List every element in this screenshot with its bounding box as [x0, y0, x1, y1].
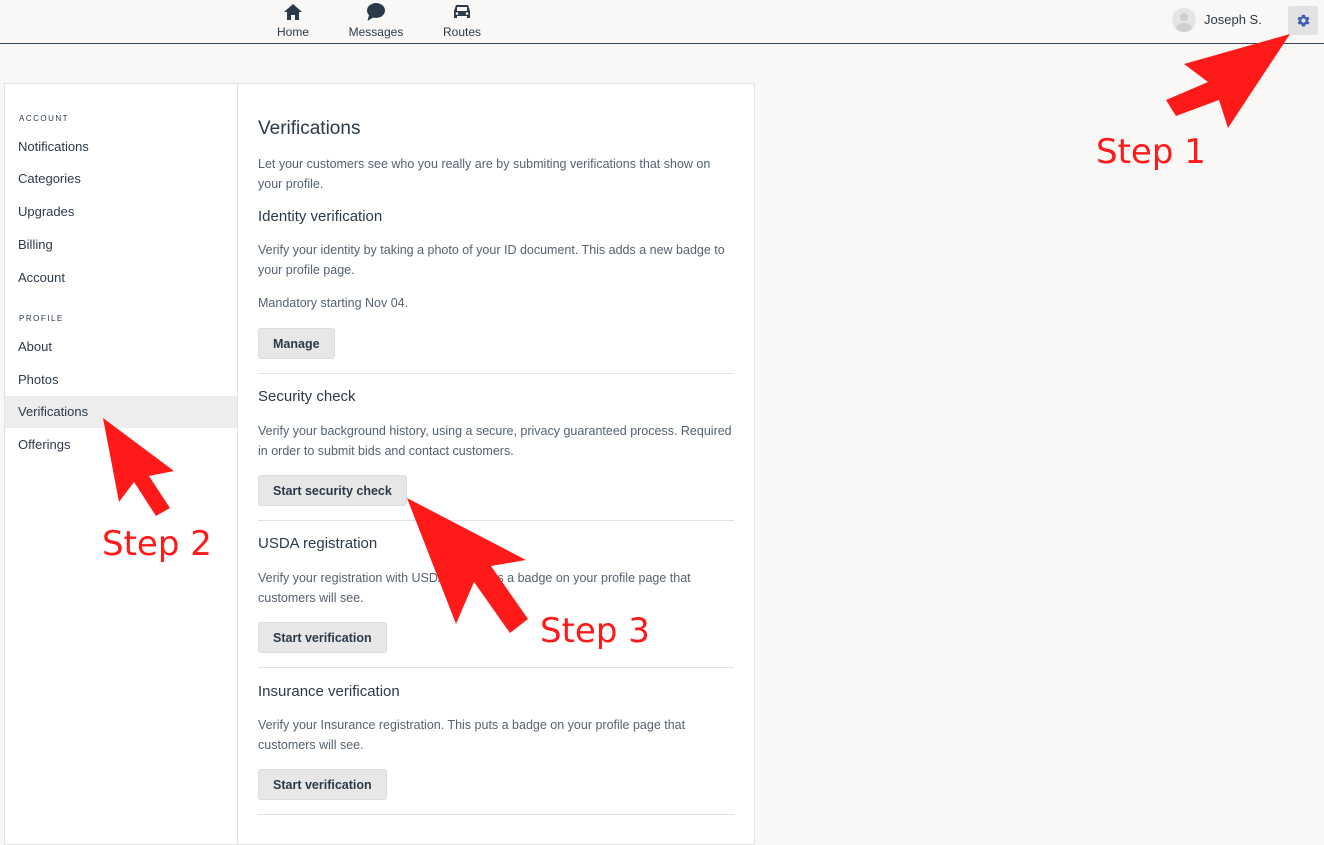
step1-label: Step 1	[1096, 132, 1206, 172]
section-divider	[258, 373, 734, 374]
start-insurance-verification-button[interactable]: Start verification	[258, 769, 387, 800]
page-title: Verifications	[258, 118, 361, 139]
section-divider	[258, 520, 734, 521]
nav-routes[interactable]: Routes	[440, 2, 484, 42]
start-security-check-button[interactable]: Start security check	[258, 475, 407, 506]
section-divider	[258, 814, 734, 815]
top-nav-bar: Home Messages Routes Joseph S.	[0, 0, 1324, 44]
sidebar-item-notifications[interactable]: Notifications	[5, 131, 237, 163]
nav-home[interactable]: Home	[272, 2, 314, 42]
car-icon	[454, 5, 470, 18]
sidebar-item-categories[interactable]: Categories	[5, 163, 237, 195]
identity-verification-desc: Verify your identity by taking a photo o…	[258, 243, 725, 277]
manage-button[interactable]: Manage	[258, 328, 335, 359]
security-check-desc: Verify your background history, using a …	[258, 424, 732, 458]
identity-verification-title: Identity verification	[258, 208, 383, 225]
identity-verification-note: Mandatory starting Nov 04.	[258, 296, 409, 310]
usda-registration-desc: Verify your registration with USDA. This…	[258, 571, 691, 605]
usda-registration-title: USDA registration	[258, 535, 378, 552]
sidebar-item-account[interactable]: Account	[5, 262, 237, 294]
security-check-title: Security check	[258, 388, 356, 405]
start-usda-verification-button[interactable]: Start verification	[258, 622, 387, 653]
sidebar-item-about[interactable]: About	[5, 331, 237, 363]
user-name[interactable]: Joseph S.	[1204, 12, 1262, 27]
sidebar-item-billing[interactable]: Billing	[5, 229, 237, 261]
settings-sidebar: ACCOUNT Notifications Categories Upgrade…	[5, 84, 238, 844]
step2-label: Step 2	[102, 524, 212, 564]
gear-icon	[1297, 14, 1309, 27]
sidebar-item-verifications[interactable]: Verifications	[5, 396, 237, 428]
page-intro: Let your customers see who you really ar…	[258, 157, 711, 191]
sidebar-heading-profile: PROFILE	[19, 314, 64, 323]
nav-messages-label: Messages	[348, 25, 404, 39]
chat-bubble-icon	[367, 3, 385, 21]
nav-messages[interactable]: Messages	[346, 2, 406, 42]
sidebar-heading-account: ACCOUNT	[19, 114, 70, 123]
sidebar-item-offerings[interactable]: Offerings	[5, 429, 237, 461]
settings-button[interactable]	[1288, 6, 1318, 35]
insurance-verification-desc: Verify your Insurance registration. This…	[258, 718, 686, 752]
sidebar-item-photos[interactable]: Photos	[5, 364, 237, 396]
home-icon	[284, 4, 302, 20]
step3-label: Step 3	[540, 611, 650, 651]
insurance-verification-title: Insurance verification	[258, 683, 400, 700]
user-avatar[interactable]	[1172, 8, 1196, 32]
section-divider	[258, 667, 734, 668]
settings-panel: ACCOUNT Notifications Categories Upgrade…	[4, 83, 755, 845]
nav-home-label: Home	[276, 25, 309, 39]
nav-routes-label: Routes	[442, 25, 482, 39]
sidebar-item-upgrades[interactable]: Upgrades	[5, 196, 237, 228]
step1-arrow-icon	[1166, 34, 1290, 128]
